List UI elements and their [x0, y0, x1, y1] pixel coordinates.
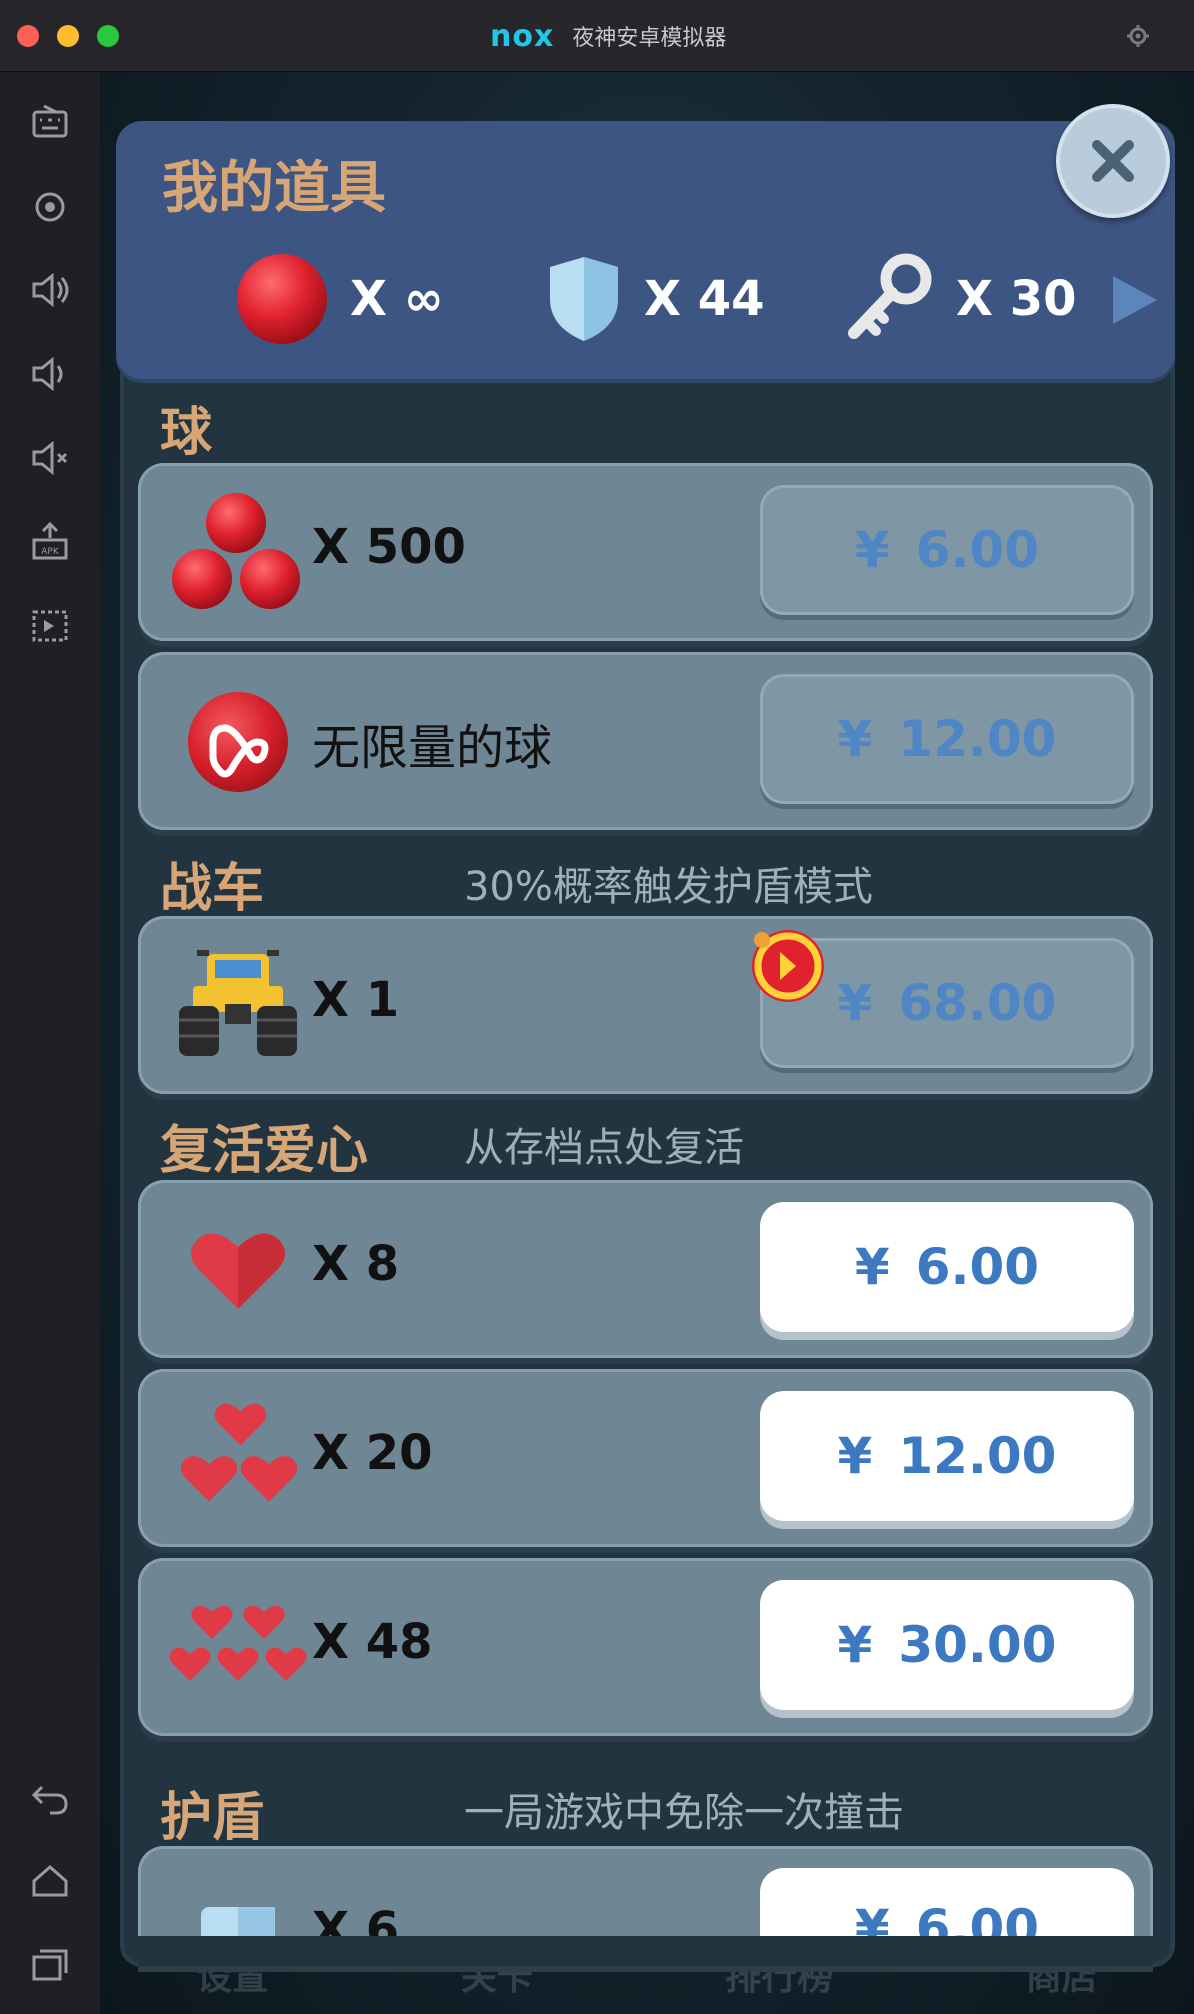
section-title-tank: 战车	[160, 859, 265, 919]
infinite-ball-icon	[168, 672, 308, 812]
inventory-item-keys: X 30	[840, 249, 1077, 349]
inventory-count-keys: X 30	[956, 271, 1077, 327]
section-title-balls: 球	[160, 403, 213, 463]
window-titlebar: nox 夜神安卓模拟器	[0, 0, 1194, 72]
minimize-window-button[interactable]	[57, 25, 79, 47]
close-window-button[interactable]	[17, 25, 39, 47]
buy-button-hearts-48[interactable]: ¥ 30.00	[760, 1580, 1134, 1710]
row-label: 无限量的球	[312, 720, 553, 776]
inventory-count-balls: X ∞	[350, 271, 444, 327]
currency-symbol: ¥	[854, 521, 890, 579]
next-page-arrow-icon[interactable]	[1113, 276, 1157, 324]
buy-button-balls-500[interactable]: ¥ 6.00	[760, 485, 1134, 615]
inventory-count-shields: X 44	[644, 271, 765, 327]
currency-symbol: ¥	[837, 710, 873, 768]
maximize-window-button[interactable]	[97, 25, 119, 47]
shop-row-hearts-8: X 8 ¥ 6.00	[138, 1180, 1153, 1358]
close-button[interactable]	[1056, 104, 1170, 218]
inventory-item-balls: X ∞	[234, 249, 444, 349]
apk-install-icon[interactable]: APK	[28, 520, 72, 564]
multi-window-icon[interactable]	[28, 604, 72, 648]
buy-button-hearts-8[interactable]: ¥ 6.00	[760, 1202, 1134, 1332]
back-icon[interactable]	[28, 1775, 72, 1819]
shop-row-tank: X 1 ¥ 68.00	[138, 916, 1153, 1094]
price-value: 30.00	[898, 1616, 1057, 1674]
three-balls-icon	[168, 483, 308, 623]
window-title-group: nox 夜神安卓模拟器	[490, 18, 726, 54]
price-value: 6.00	[915, 1238, 1040, 1296]
currency-symbol: ¥	[854, 1238, 890, 1296]
shop-row-hearts-20: X 20 ¥ 12.00	[138, 1369, 1153, 1547]
row-label: X 500	[312, 519, 466, 575]
recent-apps-icon[interactable]	[28, 1943, 72, 1987]
shop-row-hearts-48: X 48 ¥ 30.00	[138, 1558, 1153, 1736]
row-label: X 48	[312, 1614, 433, 1670]
home-icon[interactable]	[28, 1859, 72, 1903]
buy-button-infinite-balls[interactable]: ¥ 12.00	[760, 674, 1134, 804]
svg-text:APK: APK	[41, 547, 60, 557]
location-icon[interactable]	[28, 185, 72, 229]
currency-symbol: ¥	[837, 1427, 873, 1485]
mute-icon[interactable]	[28, 436, 72, 480]
emulator-toolbar: APK	[0, 72, 100, 2014]
price-value: 12.00	[898, 710, 1057, 768]
keyboard-icon[interactable]	[28, 102, 72, 146]
price-value: 68.00	[898, 974, 1057, 1032]
volume-down-icon[interactable]	[28, 352, 72, 396]
section-subtitle-hearts: 从存档点处复活	[464, 1125, 744, 1171]
shop-row-infinite-balls: 无限量的球 ¥ 12.00	[138, 652, 1153, 830]
row-label: X 20	[312, 1425, 433, 1481]
row-label: X 8	[312, 1236, 400, 1292]
inventory-header: 我的道具 X ∞ X 44 X 30	[116, 121, 1175, 379]
price-value: 6.00	[915, 521, 1040, 579]
currency-symbol: ¥	[837, 974, 873, 1032]
five-hearts-icon	[168, 1578, 308, 1718]
nox-logo: nox	[490, 18, 555, 54]
section-subtitle-tank: 30%概率触发护盾模式	[464, 864, 873, 910]
gear-icon[interactable]	[1124, 22, 1152, 50]
volume-up-icon[interactable]	[28, 268, 72, 312]
row-label: X 1	[312, 972, 400, 1028]
section-title-hearts: 复活爱心	[160, 1121, 369, 1181]
inventory-item-shields: X 44	[544, 249, 765, 349]
section-subtitle-shield: 一局游戏中免除一次撞击	[464, 1790, 904, 1836]
red-ball-icon	[237, 254, 327, 344]
heart-icon	[168, 1200, 308, 1340]
section-title-shield: 护盾	[160, 1788, 265, 1848]
shield-icon	[550, 257, 618, 341]
currency-symbol: ¥	[837, 1616, 873, 1674]
monster-truck-icon	[168, 936, 308, 1076]
inventory-title: 我的道具	[162, 156, 386, 221]
buy-button-hearts-20[interactable]: ¥ 12.00	[760, 1391, 1134, 1521]
window-title: 夜神安卓模拟器	[572, 26, 727, 51]
video-ad-icon[interactable]	[746, 922, 830, 1006]
key-icon	[848, 253, 932, 339]
three-hearts-icon	[168, 1389, 308, 1529]
shop-row-balls-500: X 500 ¥ 6.00	[138, 463, 1153, 641]
close-icon	[1092, 140, 1134, 182]
panel-bottom-edge	[138, 1936, 1153, 1966]
price-value: 12.00	[898, 1427, 1057, 1485]
